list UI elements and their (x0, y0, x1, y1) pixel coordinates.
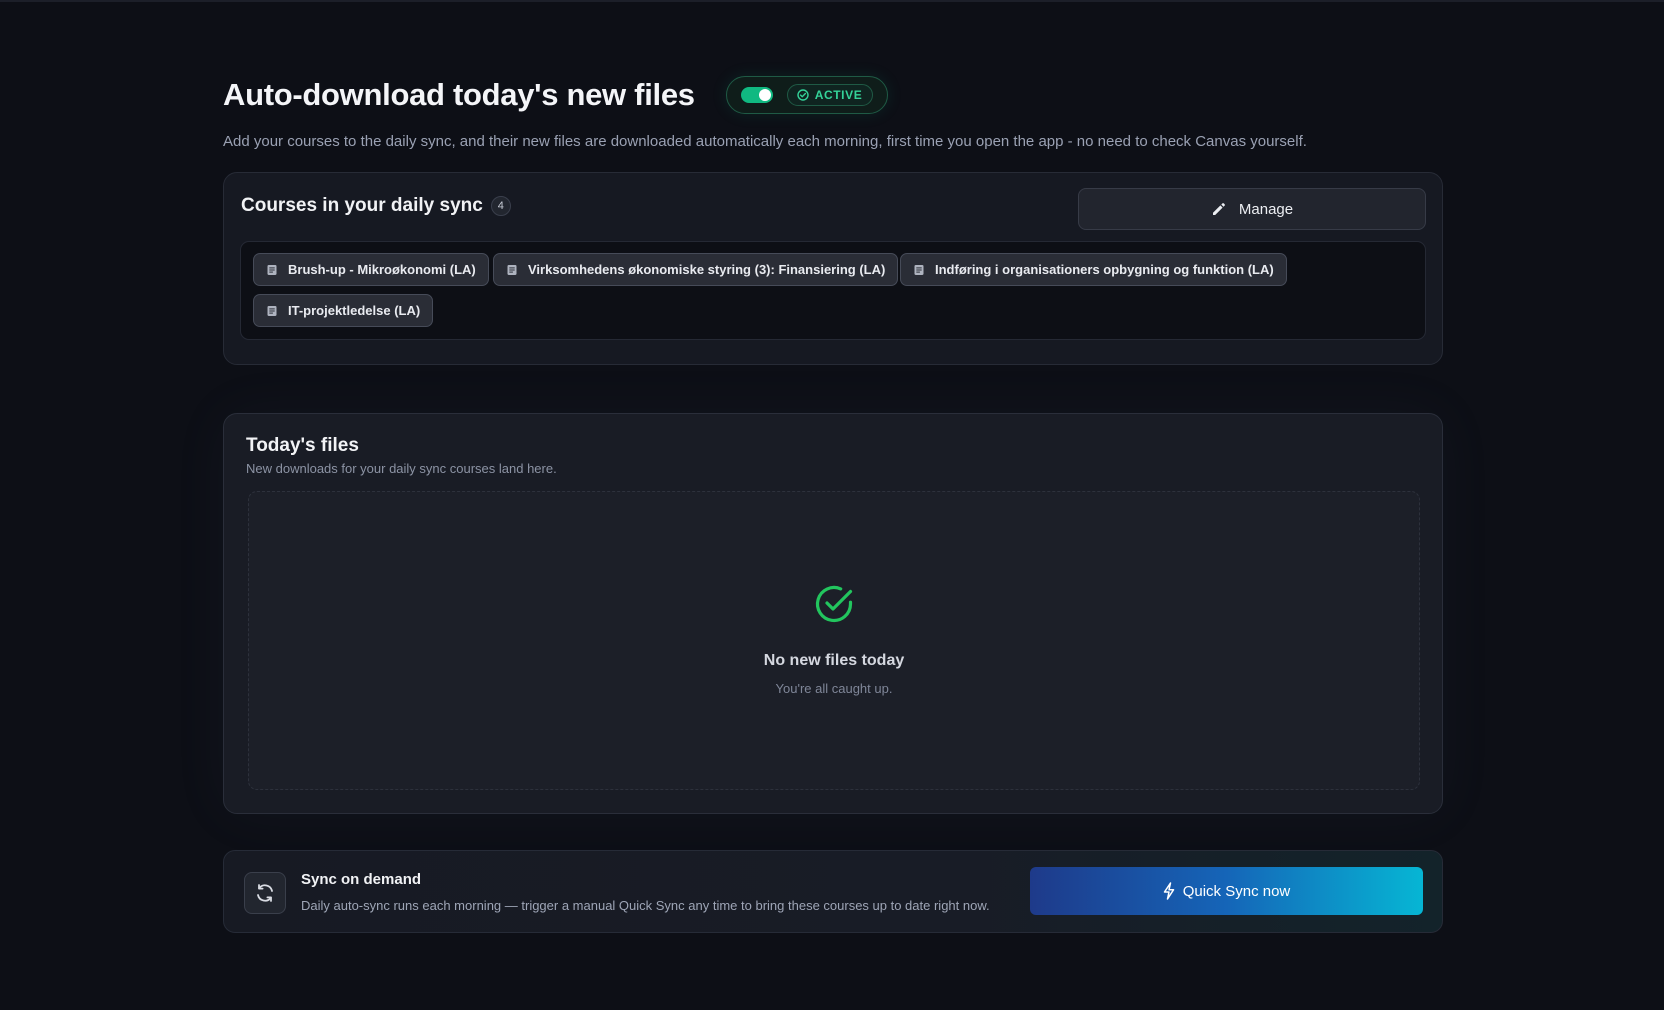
document-icon (267, 305, 277, 316)
course-chip[interactable]: Brush-up - Mikroøkonomi (LA) (253, 253, 489, 286)
pencil-icon (1212, 203, 1225, 215)
course-chips-container: Brush-up - Mikroøkonomi (LA) Virksomhede… (240, 241, 1426, 340)
course-chip[interactable]: Indføring i organisationers opbygning og… (900, 253, 1287, 286)
files-empty-state: No new files today You're all caught up. (248, 491, 1420, 790)
check-circle-icon (815, 585, 853, 623)
window-top-border (0, 0, 1664, 2)
course-chip-label: Indføring i organisationers opbygning og… (935, 262, 1274, 277)
active-status-badge: ACTIVE (786, 84, 874, 106)
sync-icon-box (244, 872, 286, 914)
page-title: Auto-download today's new files (223, 77, 695, 112)
courses-header: Courses in your daily sync 4 (241, 195, 511, 217)
course-chip[interactable]: Virksomhedens økonomiske styring (3): Fi… (493, 253, 899, 286)
files-subtitle: New downloads for your daily sync course… (246, 461, 557, 476)
quick-sync-button[interactable]: Quick Sync now (1030, 867, 1423, 915)
empty-state-subtitle: You're all caught up. (775, 681, 893, 696)
empty-state-title: No new files today (763, 652, 905, 669)
course-chip-label: Brush-up - Mikroøkonomi (LA) (288, 262, 476, 277)
check-circle-icon (797, 89, 809, 101)
auto-download-status: ACTIVE (725, 76, 889, 114)
page-subtitle: Add your courses to the daily sync, and … (223, 133, 1307, 150)
lightning-icon (1163, 882, 1174, 900)
manage-button[interactable]: Manage (1078, 188, 1426, 230)
active-status-label: ACTIVE (814, 88, 863, 102)
todays-files-card: Today's files New downloads for your dai… (223, 413, 1443, 814)
course-chip-label: IT-projektledelse (LA) (288, 303, 421, 318)
quick-sync-button-label: Quick Sync now (1182, 882, 1291, 900)
files-title: Today's files (246, 435, 359, 456)
course-count-badge: 4 (490, 196, 511, 216)
document-icon (267, 264, 277, 275)
sync-description: Daily auto-sync runs each morning — trig… (301, 898, 990, 913)
sync-on-demand-card: Sync on demand Daily auto-sync runs each… (223, 850, 1443, 933)
auto-download-toggle[interactable] (740, 87, 773, 103)
document-icon (914, 264, 924, 275)
courses-card: Courses in your daily sync 4 Manage Brus… (223, 172, 1443, 365)
course-chip-label: Virksomhedens økonomiske styring (3): Fi… (528, 262, 886, 277)
page-header: Auto-download today's new files ACTIVE (223, 76, 889, 114)
course-chip[interactable]: IT-projektledelse (LA) (253, 294, 434, 327)
toggle-knob (758, 89, 771, 101)
refresh-icon (257, 884, 273, 902)
courses-title: Courses in your daily sync (241, 195, 483, 216)
document-icon (507, 264, 517, 275)
sync-title: Sync on demand (301, 871, 422, 888)
manage-button-label: Manage (1238, 200, 1294, 218)
